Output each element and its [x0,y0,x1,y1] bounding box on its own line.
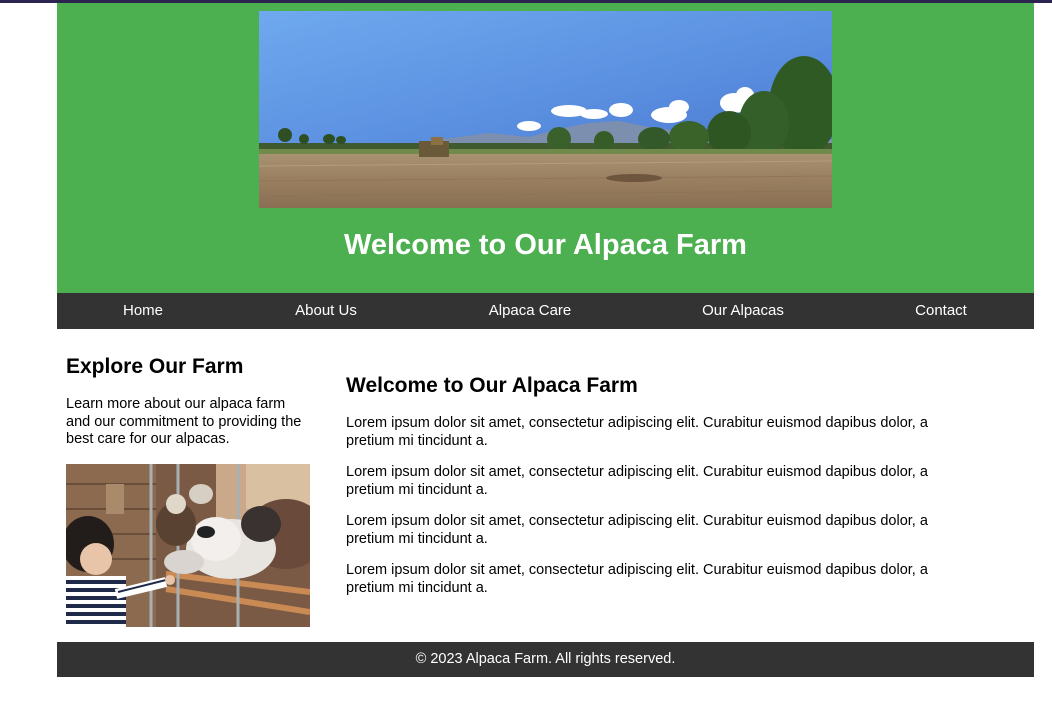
main-article: Welcome to Our Alpaca Farm Lorem ipsum d… [346,374,946,597]
sidebar-heading: Explore Our Farm [66,355,244,378]
main-navigation: Home About Us Alpaca Care Our Alpacas Co… [57,293,1034,329]
nav-link-alpaca-care[interactable]: Alpaca Care [489,293,572,329]
child-feeding-alpaca-photo [66,463,310,627]
content-area: Explore Our Farm Learn more about our al… [57,329,1034,642]
site-header: Welcome to Our Alpaca Farm [57,3,1034,293]
nav-link-contact[interactable]: Contact [915,293,967,329]
sidebar: Explore Our Farm Learn more about our al… [66,355,310,627]
page-container: Welcome to Our Alpaca Farm Home About Us… [57,3,1034,677]
article-paragraph: Lorem ipsum dolor sit amet, consectetur … [346,464,928,498]
nav-link-our-alpacas[interactable]: Our Alpacas [702,293,784,329]
header-farm-field-image [259,11,832,208]
article-paragraph: Lorem ipsum dolor sit amet, consectetur … [346,513,928,547]
article-heading: Welcome to Our Alpaca Farm [346,374,638,397]
site-title: Welcome to Our Alpaca Farm [344,229,747,261]
site-footer: © 2023 Alpaca Farm. All rights reserved. [57,642,1034,677]
sidebar-text: Learn more about our alpaca farm and our… [66,396,302,447]
nav-link-home[interactable]: Home [123,293,163,329]
nav-link-about-us[interactable]: About Us [295,293,357,329]
article-paragraph: Lorem ipsum dolor sit amet, consectetur … [346,415,928,449]
article-paragraph: Lorem ipsum dolor sit amet, consectetur … [346,562,928,596]
